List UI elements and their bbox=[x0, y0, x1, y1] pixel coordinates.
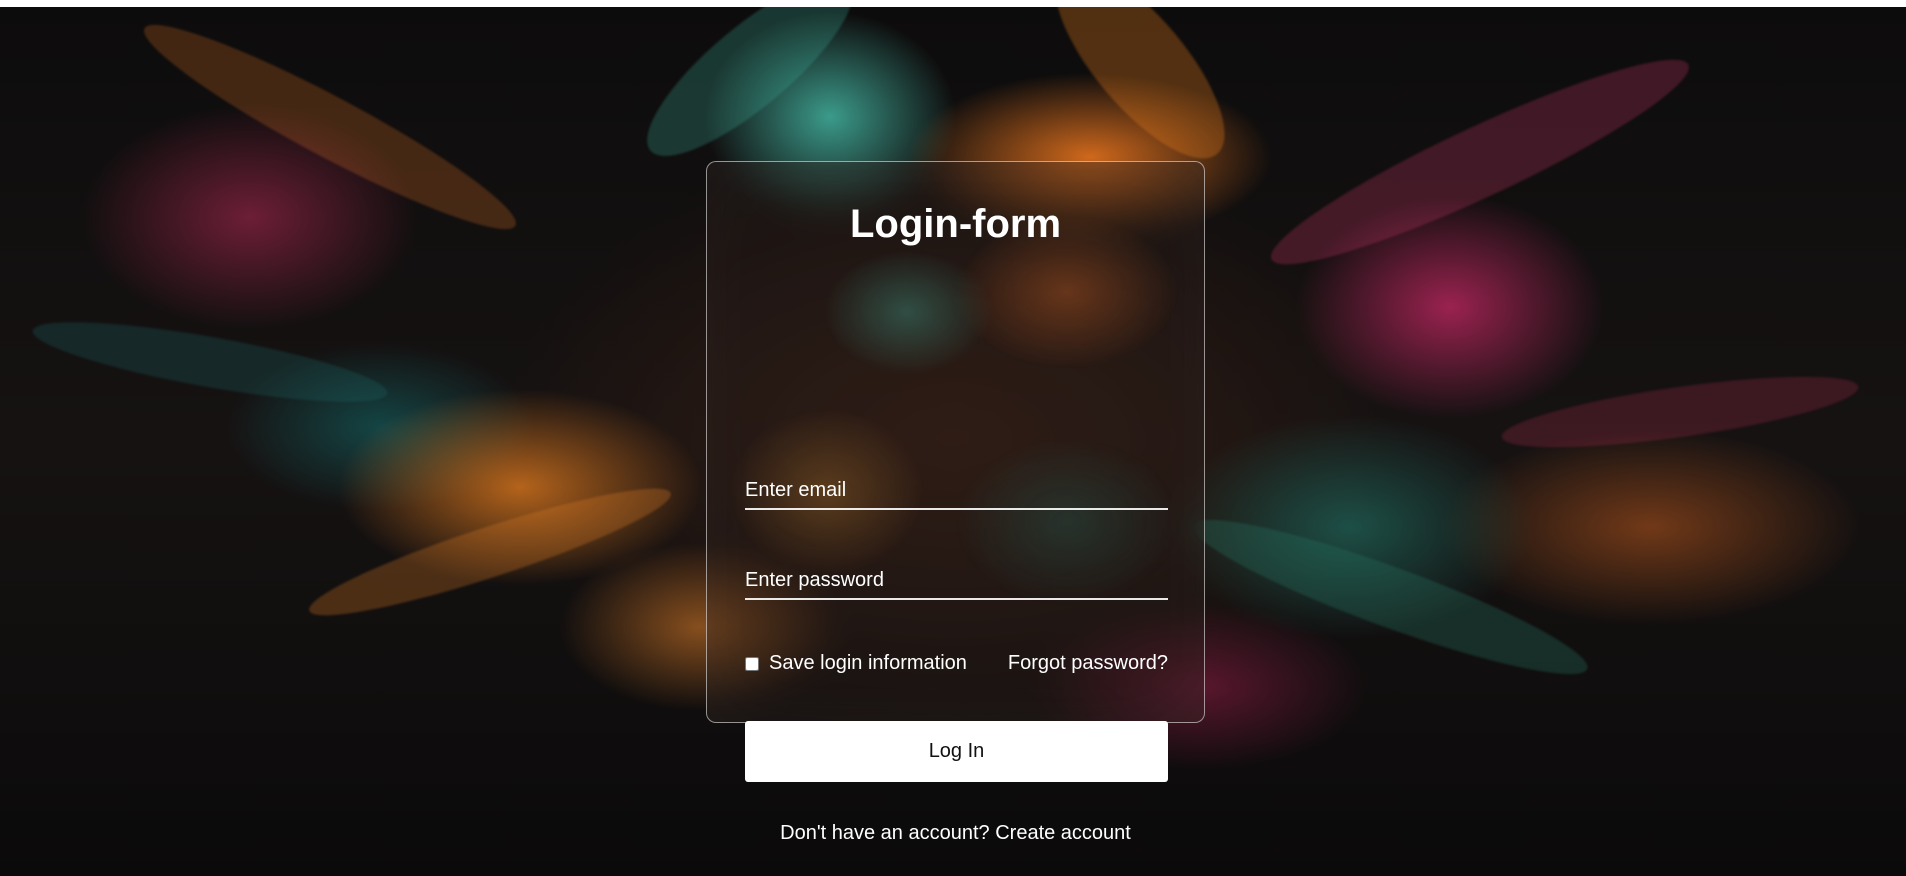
feather-streak bbox=[1182, 496, 1598, 698]
login-form: Login-form Save login information Forgot… bbox=[706, 161, 1205, 844]
password-field-wrapper bbox=[745, 554, 1168, 600]
form-title: Login-form bbox=[849, 202, 1062, 246]
feather-streak bbox=[624, 7, 876, 182]
email-field-wrapper bbox=[745, 464, 1168, 510]
remember-me[interactable]: Save login information bbox=[745, 652, 967, 675]
register-prompt: Don't have an account? bbox=[780, 822, 990, 844]
email-input[interactable] bbox=[745, 464, 1168, 508]
feather-streak bbox=[1256, 33, 1704, 291]
feather-streak bbox=[1498, 362, 1862, 462]
form-options-row: Save login information Forgot password? bbox=[745, 652, 1168, 675]
remember-checkbox[interactable] bbox=[745, 656, 759, 671]
remember-label: Save login information bbox=[769, 652, 967, 674]
login-button[interactable]: Log In bbox=[745, 721, 1168, 782]
feather-streak bbox=[1028, 7, 1252, 183]
feather-streak bbox=[301, 469, 679, 635]
feather-streak bbox=[28, 306, 392, 418]
register-row: Don't have an account? Create account bbox=[707, 822, 1204, 845]
password-input[interactable] bbox=[745, 554, 1168, 598]
forgot-password-link[interactable]: Forgot password? bbox=[1008, 652, 1168, 675]
feather-streak bbox=[130, 7, 530, 253]
create-account-link[interactable]: Create account bbox=[995, 822, 1131, 844]
